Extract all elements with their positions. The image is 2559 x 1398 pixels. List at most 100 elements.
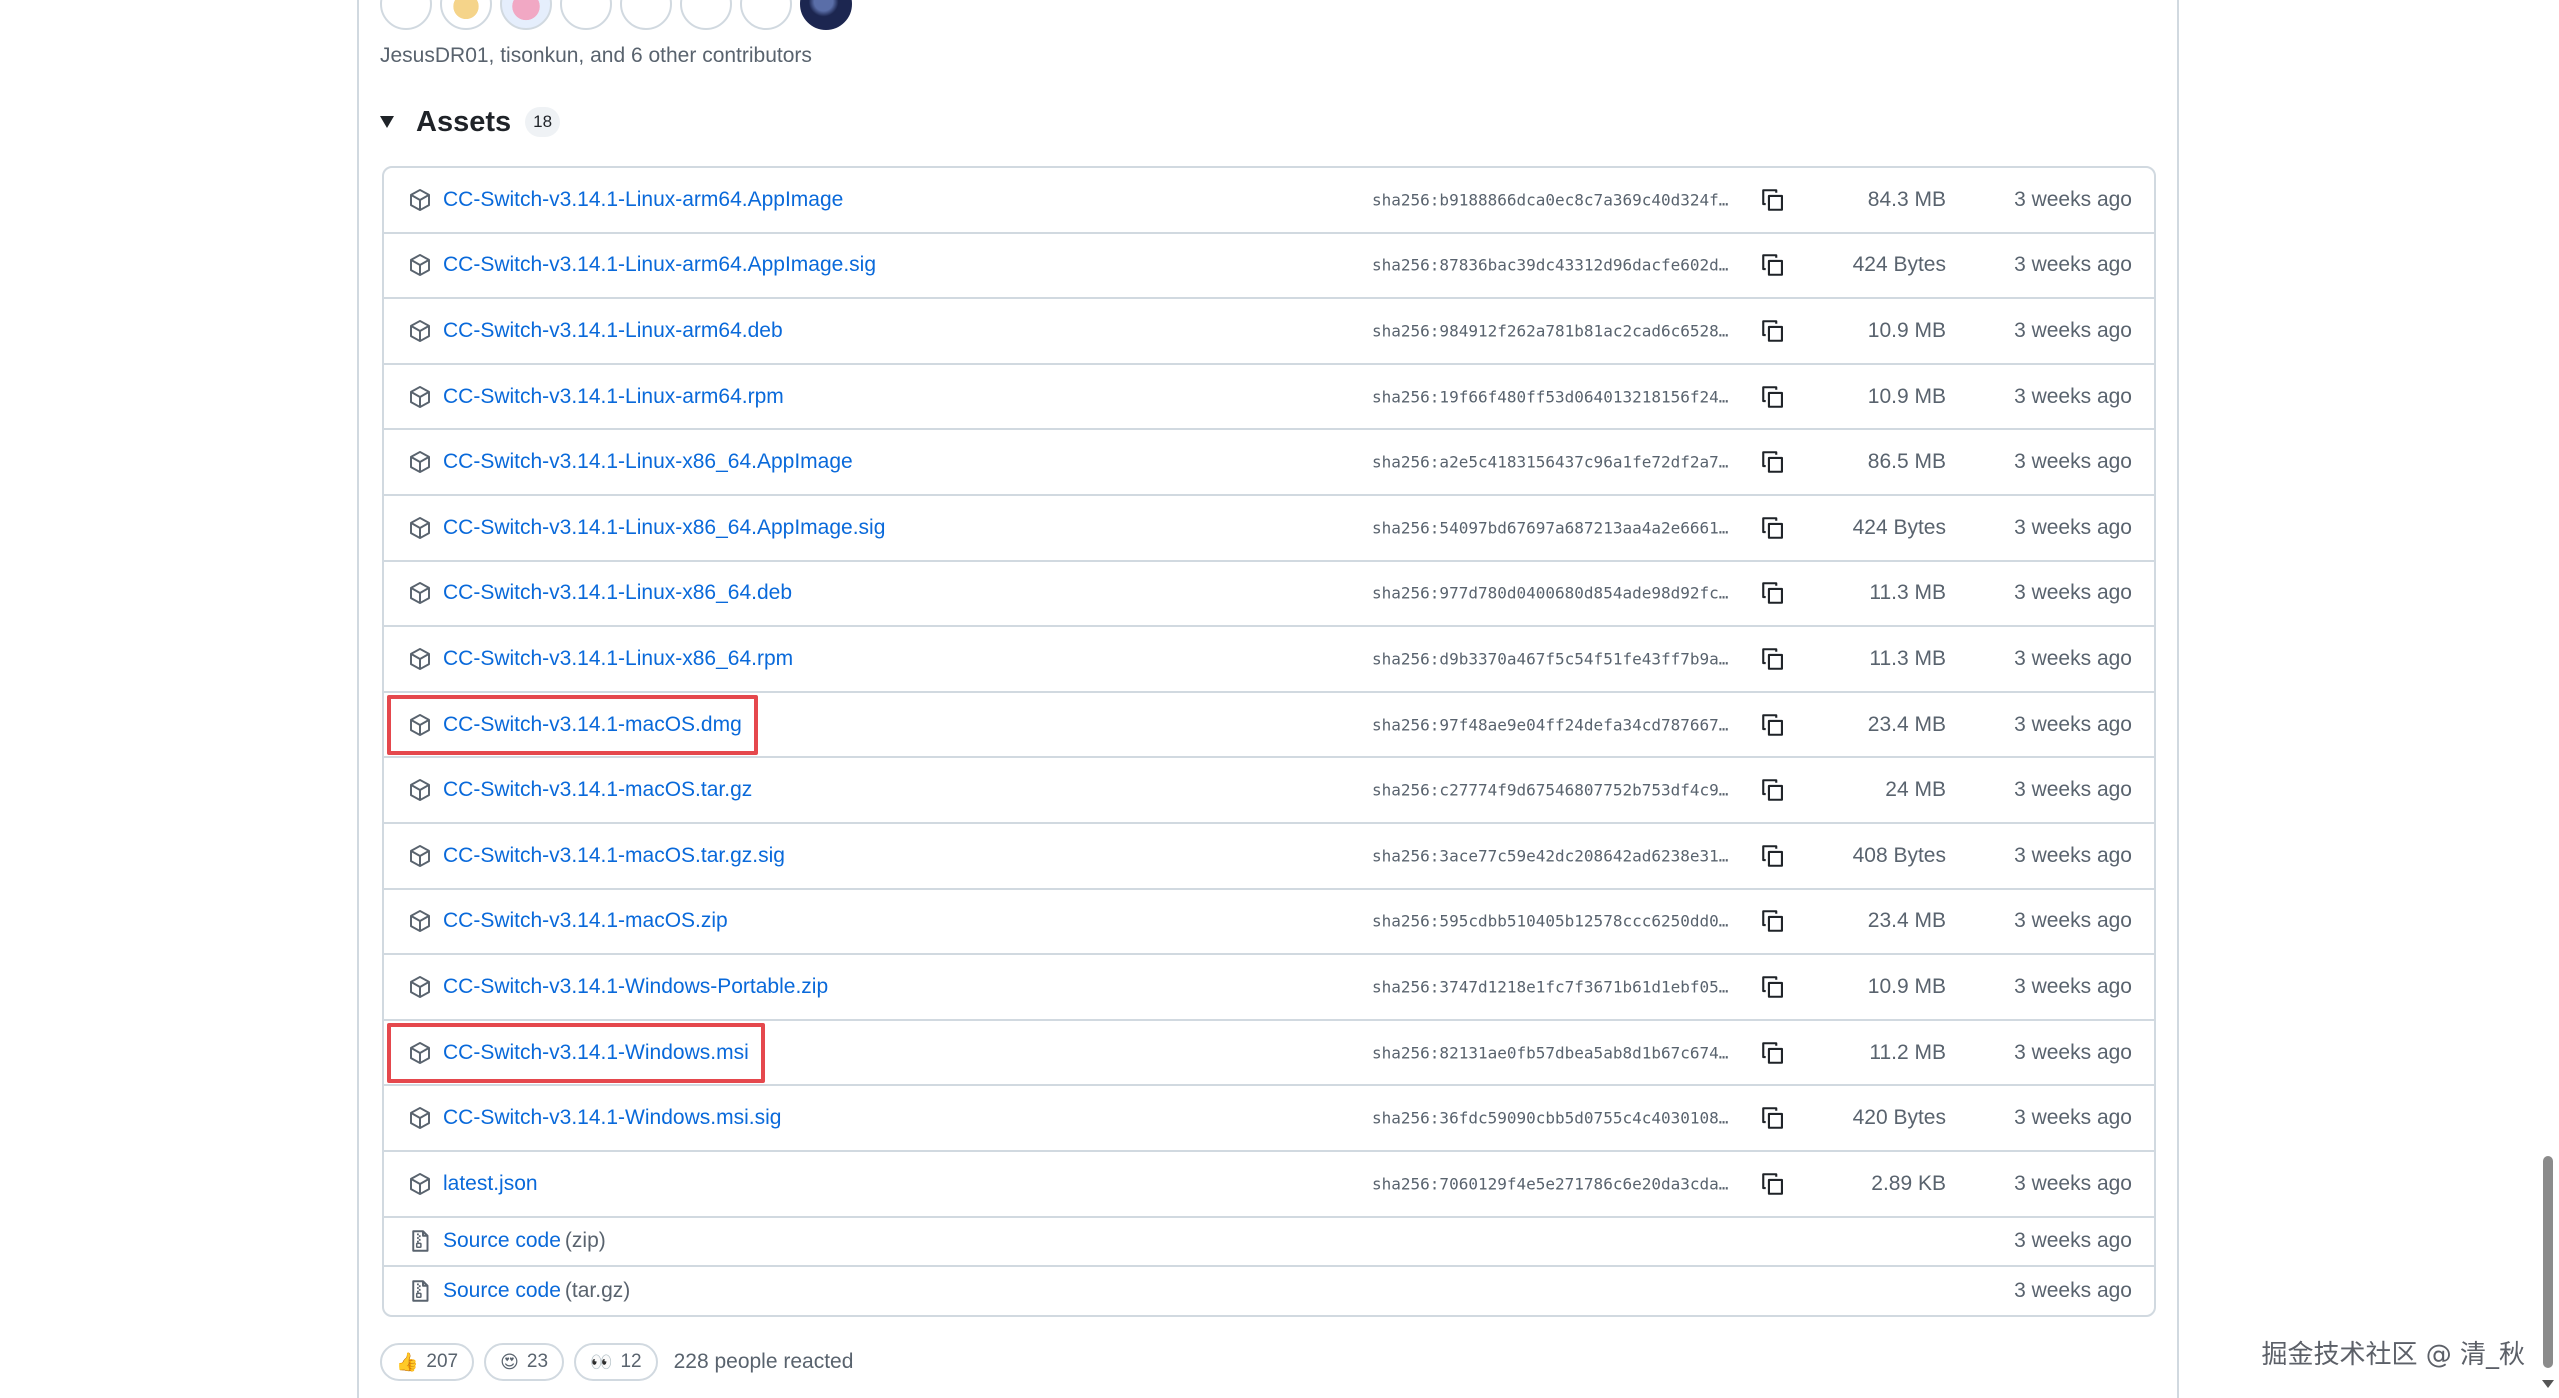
reaction-button[interactable]: 😍 23 (484, 1343, 565, 1381)
asset-download-link[interactable]: CC-Switch-v3.14.1-macOS.tar.gz (443, 778, 752, 802)
copy-icon[interactable] (1760, 580, 1786, 606)
asset-sha256: sha256:984912f262a781b81ac2cad6c6528… (1372, 321, 1729, 341)
asset-download-link[interactable]: CC-Switch-v3.14.1-Linux-x86_64.rpm (443, 647, 793, 671)
assets-count-badge: 18 (525, 107, 561, 137)
copy-icon[interactable] (1760, 712, 1786, 738)
copy-icon[interactable] (1760, 1040, 1786, 1066)
asset-row: CC-Switch-v3.14.1-Linux-x86_64.rpm sha256… (384, 627, 2154, 693)
asset-time: 3 weeks ago (2014, 974, 2132, 998)
asset-time: 3 weeks ago (2014, 1040, 2132, 1064)
copy-icon[interactable] (1760, 252, 1786, 278)
avatar[interactable] (380, 0, 432, 30)
avatar[interactable] (620, 0, 672, 30)
asset-size: 10.9 MB (1867, 384, 1946, 408)
asset-row: CC-Switch-v3.14.1-Windows.msi.sig sha256:… (384, 1086, 2154, 1152)
scroll-down-arrow-icon[interactable] (2542, 1380, 2554, 1388)
asset-size: 23.4 MB (1867, 909, 1946, 933)
asset-download-link[interactable]: CC-Switch-v3.14.1-Linux-x86_64.AppImage.… (443, 516, 885, 540)
package-icon (408, 647, 432, 671)
copy-icon[interactable] (1760, 318, 1786, 344)
copy-icon[interactable] (1760, 384, 1786, 410)
copy-icon[interactable] (1760, 1105, 1786, 1131)
assets-toggle[interactable]: Assets 18 (380, 102, 561, 142)
asset-download-link[interactable]: CC-Switch-v3.14.1-macOS.zip (443, 909, 728, 933)
avatar[interactable] (740, 0, 792, 30)
package-icon (408, 844, 432, 868)
asset-sha256: sha256:97f48ae9e04ff24defa34cd787667… (1372, 715, 1729, 735)
package-icon (408, 581, 432, 605)
avatar[interactable] (800, 0, 852, 30)
avatar[interactable] (440, 0, 492, 30)
asset-size: 424 Bytes (1852, 253, 1946, 277)
asset-size: 11.3 MB (1869, 581, 1946, 605)
asset-sha256: sha256:19f66f480ff53d064013218156f24… (1372, 387, 1729, 407)
asset-download-link[interactable]: CC-Switch-v3.14.1-Windows.msi (443, 1041, 749, 1065)
asset-time: 3 weeks ago (2014, 384, 2132, 408)
avatar[interactable] (500, 0, 552, 30)
asset-time: 3 weeks ago (2014, 515, 2132, 539)
file-zip-icon (408, 1279, 432, 1303)
asset-download-link[interactable]: CC-Switch-v3.14.1-Linux-x86_64.deb (443, 581, 792, 605)
source-code-link[interactable]: Source code (tar.gz) (443, 1279, 630, 1303)
package-icon (408, 713, 432, 737)
watermark: 掘金技术社区 @ 清_秋 (2261, 1340, 2525, 1370)
asset-download-link[interactable]: CC-Switch-v3.14.1-Linux-arm64.AppImage.s… (443, 253, 876, 277)
scrollbar-thumb[interactable] (2543, 1156, 2553, 1368)
reactions-summary[interactable]: 228 people reacted (674, 1350, 854, 1374)
copy-icon[interactable] (1760, 187, 1786, 213)
triangle-down-icon (380, 116, 394, 128)
asset-sha256: sha256:3747d1218e1fc7f3671b61d1ebf05… (1372, 977, 1729, 997)
copy-icon[interactable] (1760, 646, 1786, 672)
copy-icon[interactable] (1760, 843, 1786, 869)
scrollbar[interactable] (2537, 0, 2559, 1398)
asset-download-link[interactable]: CC-Switch-v3.14.1-macOS.dmg (443, 713, 742, 737)
asset-download-link[interactable]: CC-Switch-v3.14.1-Linux-arm64.rpm (443, 385, 784, 409)
asset-row: CC-Switch-v3.14.1-macOS.tar.gz.sig sha256… (384, 824, 2154, 890)
package-icon (408, 253, 432, 277)
avatar[interactable] (680, 0, 732, 30)
asset-download-link[interactable]: CC-Switch-v3.14.1-Windows.msi.sig (443, 1106, 781, 1130)
asset-sha256: sha256:c27774f9d67546807752b753df4c9… (1372, 780, 1729, 800)
reaction-button[interactable]: 👍 207 (380, 1343, 475, 1381)
asset-sha256: sha256:82131ae0fb57dbea5ab8d1b67c674… (1372, 1043, 1729, 1063)
asset-sha256: sha256:36fdc59090cbb5d0755c4c4030108… (1372, 1108, 1729, 1128)
asset-download-link[interactable]: CC-Switch-v3.14.1-macOS.tar.gz.sig (443, 844, 785, 868)
package-icon (408, 319, 432, 343)
asset-sha256: sha256:a2e5c4183156437c96a1fe72df2a7… (1372, 452, 1729, 472)
asset-time: 3 weeks ago (2014, 1229, 2132, 1252)
reaction-emoji-icon: 👍 (396, 1351, 419, 1373)
asset-sha256: sha256:3ace77c59e42dc208642ad6238e31… (1372, 846, 1729, 866)
source-code-link[interactable]: Source code (zip) (443, 1229, 606, 1253)
copy-icon[interactable] (1760, 515, 1786, 541)
copy-icon[interactable] (1760, 449, 1786, 475)
source-code-label: Source code (443, 1229, 561, 1252)
copy-icon[interactable] (1760, 908, 1786, 934)
asset-download-link[interactable]: CC-Switch-v3.14.1-Linux-arm64.deb (443, 319, 783, 343)
copy-icon[interactable] (1760, 777, 1786, 803)
asset-download-link[interactable]: CC-Switch-v3.14.1-Windows-Portable.zip (443, 975, 828, 999)
contributors-summary[interactable]: JesusDR01, tisonkun, and 6 other contrib… (380, 44, 812, 68)
asset-download-link[interactable]: latest.json (443, 1172, 538, 1196)
asset-row: CC-Switch-v3.14.1-Linux-arm64.deb sha256:… (384, 299, 2154, 365)
package-icon (408, 778, 432, 802)
copy-icon[interactable] (1760, 974, 1786, 1000)
asset-row: CC-Switch-v3.14.1-Windows.msi sha256:8213… (384, 1021, 2154, 1087)
reaction-emoji-icon: 👀 (590, 1351, 613, 1373)
copy-icon[interactable] (1760, 1171, 1786, 1197)
asset-size: 11.3 MB (1869, 646, 1946, 670)
asset-time: 3 weeks ago (2014, 712, 2132, 736)
asset-row: CC-Switch-v3.14.1-macOS.zip sha256:595cdb… (384, 890, 2154, 956)
assets-list: CC-Switch-v3.14.1-Linux-arm64.AppImage sh… (382, 166, 2156, 1317)
source-code-format: (zip) (564, 1229, 606, 1252)
asset-size: 10.9 MB (1867, 974, 1946, 998)
avatar[interactable] (560, 0, 612, 30)
package-icon (408, 1041, 432, 1065)
asset-download-link[interactable]: CC-Switch-v3.14.1-Linux-x86_64.AppImage (443, 450, 853, 474)
reaction-button[interactable]: 👀 12 (574, 1343, 658, 1381)
asset-size: 2.89 KB (1871, 1171, 1946, 1195)
asset-time: 3 weeks ago (2014, 253, 2132, 277)
asset-size: 86.5 MB (1867, 450, 1946, 474)
asset-row: CC-Switch-v3.14.1-Linux-x86_64.deb sha256… (384, 562, 2154, 628)
asset-download-link[interactable]: CC-Switch-v3.14.1-Linux-arm64.AppImage (443, 188, 843, 212)
asset-time: 3 weeks ago (2014, 1171, 2132, 1195)
